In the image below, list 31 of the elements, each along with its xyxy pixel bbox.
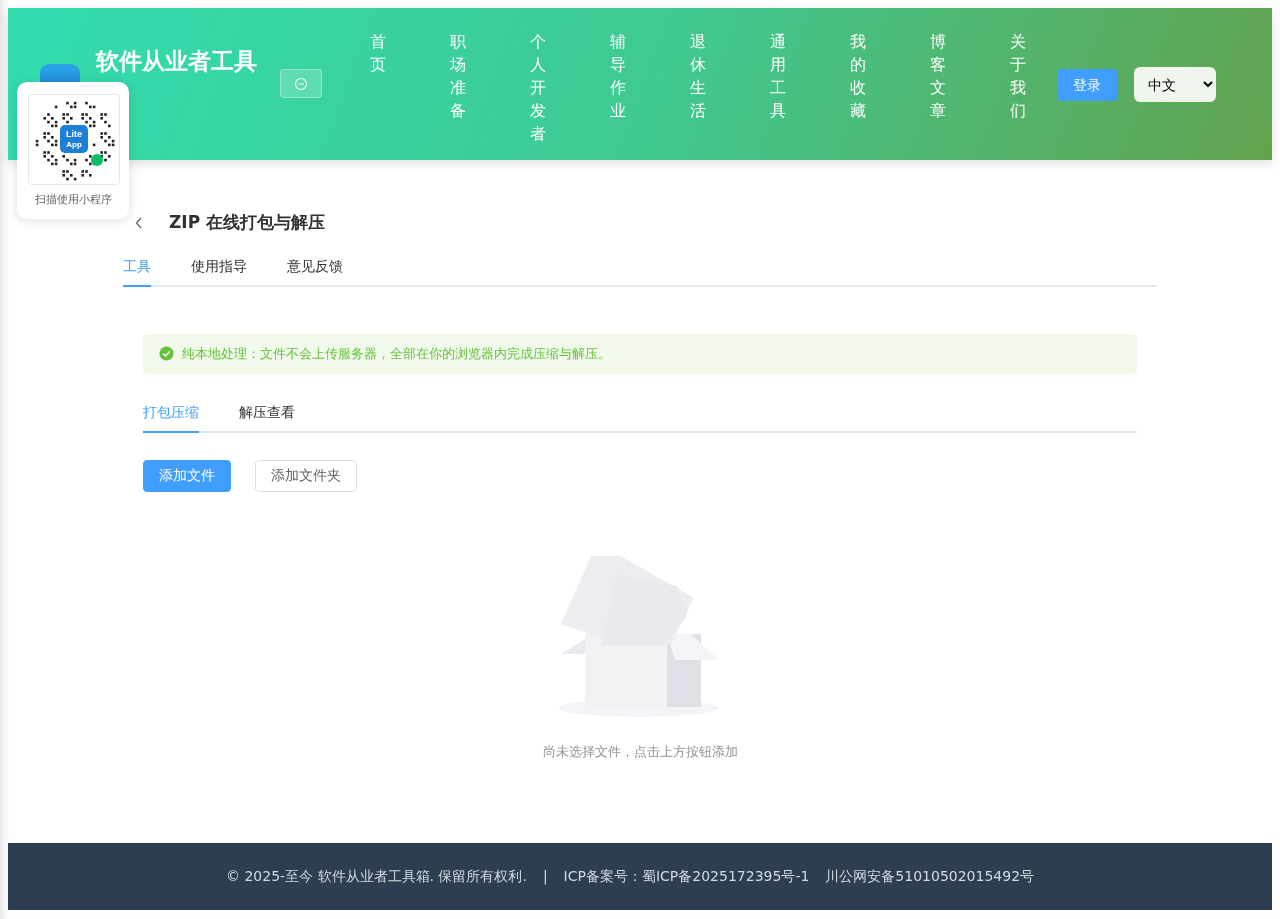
site-title: 软件从业者工具 [96, 48, 257, 76]
notice-text: 纯本地处理：文件不会上传服务器，全部在你的浏览器内完成压缩与解压。 [182, 344, 611, 363]
tab[interactable]: 打包压缩 [143, 395, 199, 433]
add-file-button[interactable]: 添加文件 [143, 459, 231, 492]
nav-link[interactable]: 个人开发者 [530, 30, 546, 145]
nav-link[interactable]: 首页 [370, 30, 386, 76]
page-title: ZIP 在线打包与解压 [169, 211, 326, 234]
police-record-link[interactable]: 川公网安备51010502015492号 [825, 866, 1035, 887]
nav-link[interactable]: 我的收藏 [850, 30, 866, 122]
login-button[interactable]: 登录 [1057, 69, 1117, 101]
check-circle-icon [159, 346, 174, 361]
qr-caption: 扫描使用小程序 [33, 192, 113, 208]
nav-link[interactable]: 通用工具 [770, 30, 786, 122]
tab[interactable]: 使用指导 [191, 249, 247, 287]
separator-text: | [542, 867, 548, 887]
nav-link[interactable]: 关于我们 [1010, 30, 1026, 122]
tab[interactable]: 工具 [123, 249, 151, 287]
chat-icon [294, 76, 308, 91]
add-folder-button[interactable]: 添加文件夹 [255, 459, 357, 492]
language-select[interactable]: 中文 [1134, 67, 1216, 102]
tab[interactable]: 意见反馈 [287, 249, 343, 287]
nav-link[interactable]: 职场准备 [450, 30, 466, 122]
nav-link[interactable]: 辅导作业 [610, 30, 626, 122]
qr-code-drawing: Lite App [29, 95, 119, 184]
tab[interactable]: 解压查看 [239, 395, 295, 433]
nav-link[interactable]: 退休生活 [690, 30, 706, 122]
back-icon[interactable] [135, 216, 143, 229]
copyright-text: © 2025-至今 软件从业者工具箱. 保留所有权利. [225, 867, 527, 886]
icp-link[interactable]: ICP备案号：蜀ICP备2025172395号-1 [563, 866, 810, 887]
nav-link[interactable]: 博客文章 [930, 30, 946, 122]
empty-message: 尚未选择文件，点击上方按钮添加 [542, 742, 738, 761]
